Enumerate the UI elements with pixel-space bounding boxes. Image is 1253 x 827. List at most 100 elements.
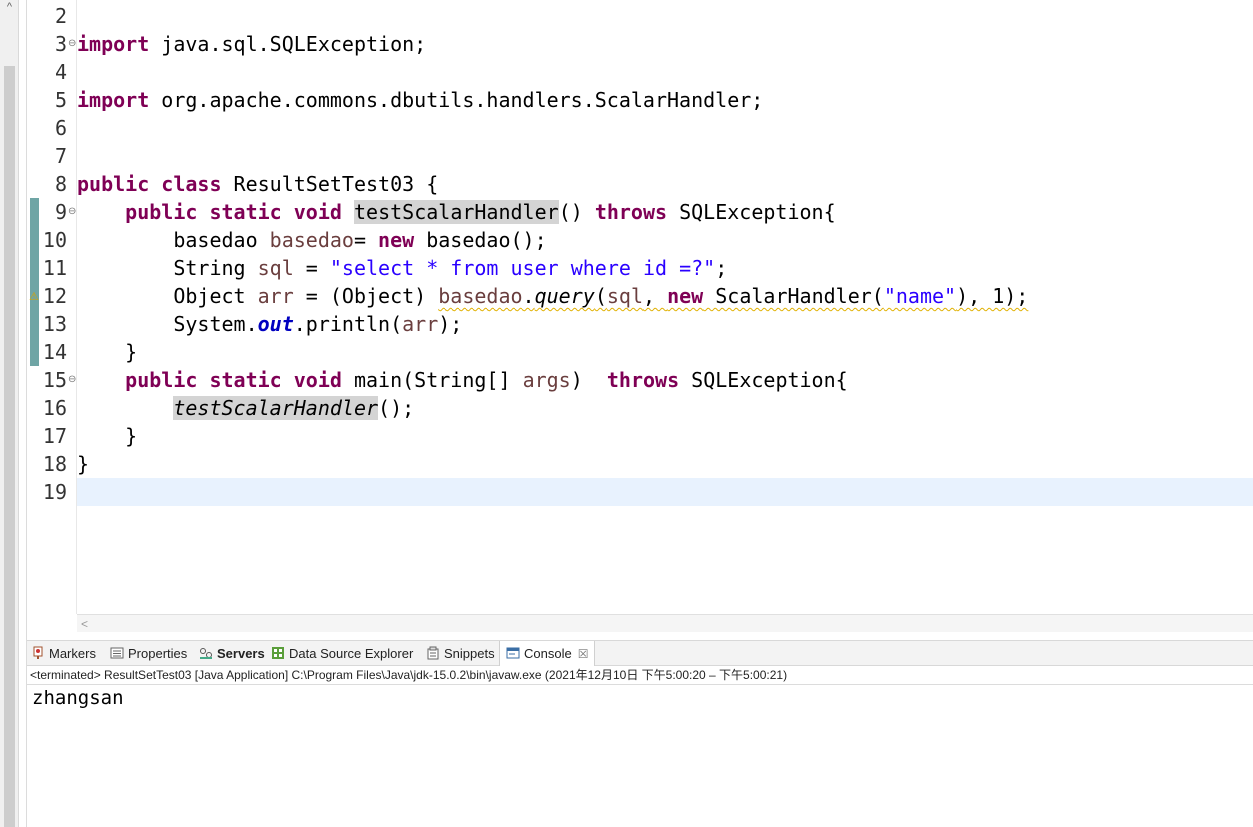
- tab-properties[interactable]: Properties: [110, 641, 187, 666]
- tab-data-source-explorer[interactable]: Data Source Explorer: [271, 641, 413, 666]
- code-text: }: [77, 452, 90, 476]
- tab-markers[interactable]: Markers: [31, 641, 96, 666]
- code-text: ), 1);: [956, 284, 1029, 308]
- local-variable: sql: [257, 256, 294, 280]
- string-literal: "name": [883, 284, 957, 308]
- java-editor[interactable]: ⚠ 2 3 4 5 6 7 8 9 10 11 12 13 14 15 16 1…: [27, 0, 1253, 632]
- code-text: SQLException{: [679, 368, 848, 392]
- code-line-5: import org.apache.commons.dbutils.handle…: [77, 86, 763, 114]
- string-literal: "select * from user where id =?": [329, 256, 716, 280]
- local-variable: basedao: [269, 228, 354, 252]
- code-line-9: public static void testScalarHandler() t…: [77, 198, 836, 226]
- data-source-icon: [272, 647, 284, 659]
- line-number: 17: [42, 424, 67, 448]
- code-text: ,: [642, 284, 668, 308]
- views-tab-bar: Markers Properties Servers Data Source E…: [27, 640, 1253, 666]
- code-text: Object: [173, 284, 258, 308]
- code-text: =: [353, 228, 379, 252]
- line-number-ruler: ⚠ 2 3 4 5 6 7 8 9 10 11 12 13 14 15 16 1…: [27, 0, 77, 614]
- keyword: new: [667, 284, 704, 308]
- line-number: 11: [42, 256, 67, 280]
- keyword: public: [77, 172, 150, 196]
- line-number: 2: [54, 4, 67, 28]
- code-text: ;: [715, 256, 728, 280]
- tab-console[interactable]: Console ☒: [499, 641, 596, 666]
- line-number: 13: [42, 312, 67, 336]
- code-text: basedao();: [414, 228, 547, 252]
- keyword: throws: [606, 368, 680, 392]
- console-output-area[interactable]: zhangsan: [27, 685, 1253, 827]
- scroll-up-arrow-icon[interactable]: ^: [0, 0, 19, 14]
- code-text: SQLException{: [667, 200, 836, 224]
- local-variable: arr: [257, 284, 294, 308]
- fold-toggle-icon[interactable]: ⊖: [68, 30, 76, 58]
- code-line-12: Object arr = (Object) basedao.query(sql,…: [77, 282, 1028, 310]
- line-number: 5: [54, 88, 67, 112]
- keyword: import: [77, 88, 150, 112]
- code-line-3: import java.sql.SQLException;: [77, 30, 426, 58]
- line-number: 6: [54, 116, 67, 140]
- keyword: import: [77, 32, 150, 56]
- keyword: public: [125, 200, 198, 224]
- markers-icon: [33, 646, 43, 659]
- code-text: ResultSetTest03 {: [221, 172, 439, 196]
- static-field: out: [257, 312, 294, 336]
- line-number: 10: [42, 228, 67, 252]
- keyword: class: [161, 172, 222, 196]
- code-text: }: [125, 424, 138, 448]
- method-name-occurrence[interactable]: testScalarHandler: [353, 200, 559, 224]
- tab-servers[interactable]: Servers: [199, 641, 265, 666]
- editor-horizontal-scrollbar[interactable]: <: [77, 614, 1253, 632]
- tab-label: Snippets: [444, 646, 495, 661]
- parameter: args: [522, 368, 571, 392]
- line-number: 18: [42, 452, 67, 476]
- line-number: 4: [54, 60, 67, 84]
- keyword: new: [378, 228, 415, 252]
- code-text: String: [173, 256, 258, 280]
- tab-label: Properties: [128, 646, 188, 661]
- line-number: 3: [54, 32, 67, 56]
- fold-toggle-icon[interactable]: ⊖: [68, 366, 76, 394]
- console-output-text: zhangsan: [32, 687, 124, 709]
- code-text: (): [558, 200, 595, 224]
- console-process-status: <terminated> ResultSetTest03 [Java Appli…: [27, 666, 1253, 685]
- outer-vertical-scrollbar[interactable]: ^: [0, 0, 19, 827]
- line-number: 14: [42, 340, 67, 364]
- properties-icon: [110, 647, 124, 659]
- local-variable: basedao: [438, 284, 523, 308]
- local-variable: sql: [606, 284, 643, 308]
- code-text: .: [522, 284, 535, 308]
- keyword: void: [293, 200, 342, 224]
- code-text: main(String[]: [341, 368, 523, 392]
- line-number: 7: [54, 144, 67, 168]
- code-text: java.sql.SQLException;: [149, 32, 427, 56]
- fold-toggle-icon[interactable]: ⊖: [68, 198, 76, 226]
- scroll-left-arrow-icon[interactable]: <: [81, 615, 88, 633]
- line-number: 19: [42, 480, 67, 504]
- code-text: }: [125, 340, 138, 364]
- code-line-17: }: [77, 422, 137, 450]
- method-call-occurrence[interactable]: testScalarHandler: [173, 396, 379, 420]
- line-number: 16: [42, 396, 67, 420]
- code-text: ScalarHandler(: [703, 284, 884, 308]
- code-text: ): [570, 368, 607, 392]
- line-number: 15: [42, 368, 67, 392]
- tab-snippets[interactable]: Snippets: [426, 641, 495, 666]
- code-text: );: [438, 312, 463, 336]
- code-text: = (Object): [293, 284, 439, 308]
- servers-icon: [200, 648, 212, 659]
- tab-label: Data Source Explorer: [289, 646, 414, 661]
- code-line-18: }: [77, 450, 89, 478]
- close-icon[interactable]: ☒: [578, 647, 589, 661]
- code-text: =: [293, 256, 330, 280]
- console-icon: [506, 647, 520, 659]
- scrollbar-thumb[interactable]: [4, 66, 15, 827]
- line-number: 9: [54, 200, 67, 224]
- keyword: void: [293, 368, 342, 392]
- code-text-area[interactable]: import java.sql.SQLException; import org…: [77, 0, 1253, 614]
- line-number: 12: [42, 284, 67, 308]
- code-line-15: public static void main(String[] args) t…: [77, 366, 848, 394]
- code-text: (: [594, 284, 607, 308]
- code-line-13: System.out.println(arr);: [77, 310, 462, 338]
- local-variable: arr: [402, 312, 439, 336]
